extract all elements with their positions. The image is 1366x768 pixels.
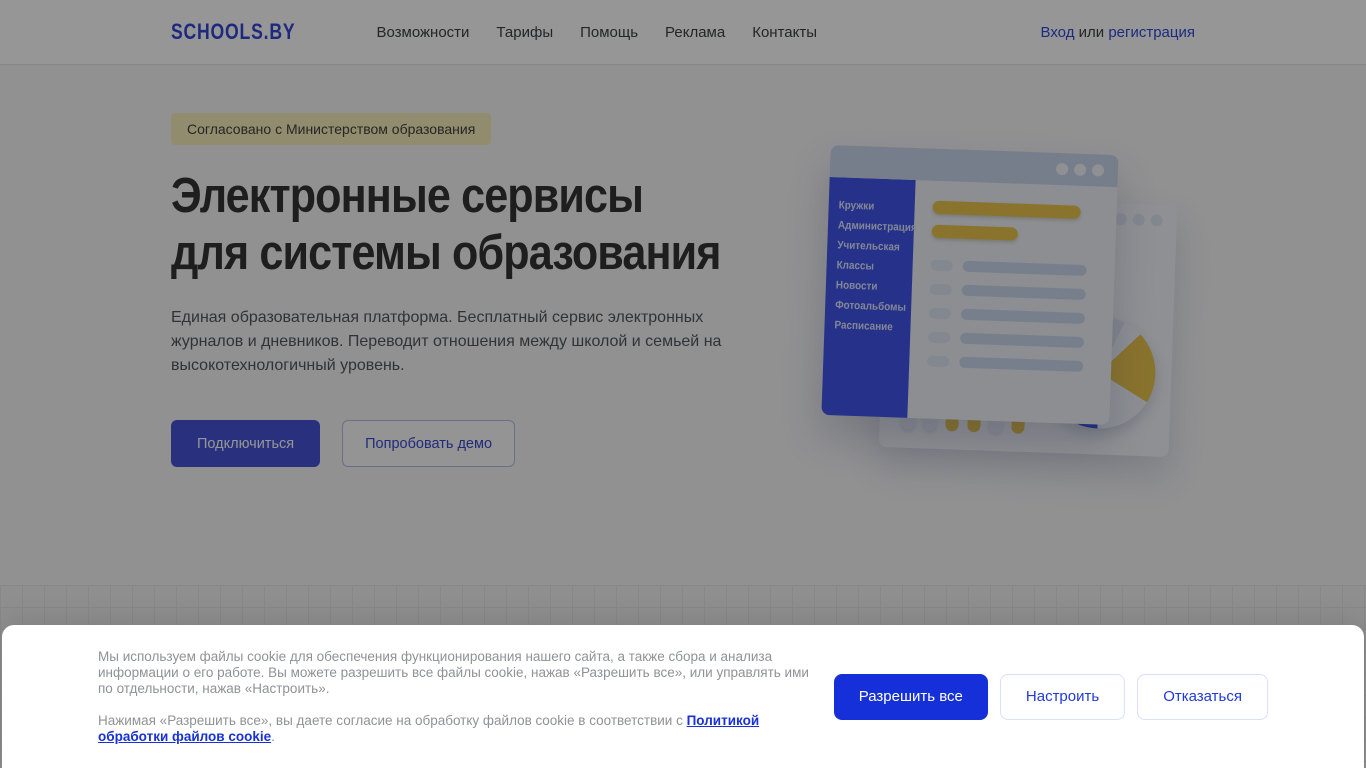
page: SCHOOLS.BY Возможности Тарифы Помощь Рек… [0, 0, 1366, 768]
cookie-text: Мы используем файлы cookie для обеспечен… [98, 649, 820, 745]
cookie-buttons: Разрешить все Настроить Отказаться [833, 673, 1268, 720]
cookie-paragraph-2-suffix: . [271, 728, 275, 744]
cookie-paragraph-1: Мы используем файлы cookie для обеспечен… [98, 648, 809, 696]
cookie-consent-banner: Мы используем файлы cookie для обеспечен… [2, 625, 1364, 768]
decline-cookies-button[interactable]: Отказаться [1137, 673, 1268, 720]
cookie-paragraph-2: Нажимая «Разрешить все», вы даете соглас… [98, 713, 820, 745]
configure-cookies-button[interactable]: Настроить [999, 673, 1126, 720]
allow-all-cookies-button[interactable]: Разрешить все [833, 673, 988, 720]
cookie-paragraph-2-prefix: Нажимая «Разрешить все», вы даете соглас… [98, 712, 687, 728]
